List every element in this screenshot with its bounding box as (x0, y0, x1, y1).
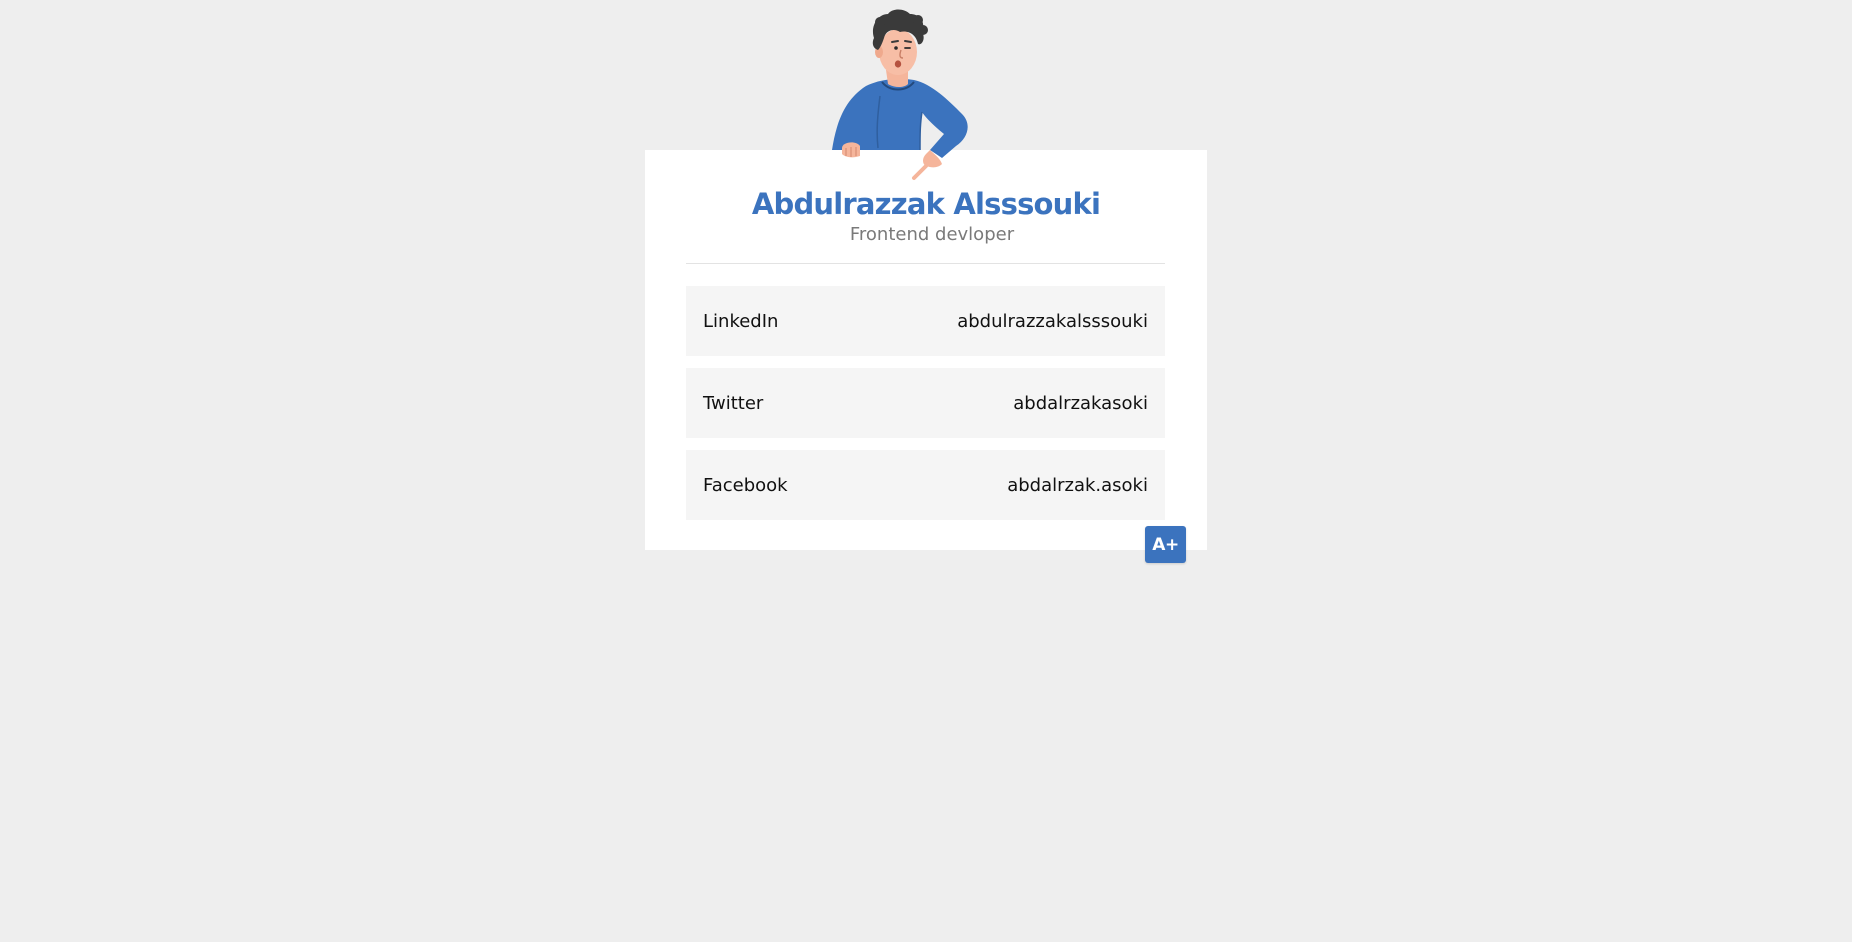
social-link-handle: abdalrzak.asoki (1007, 474, 1148, 496)
social-link-handle: abdalrzakasoki (1013, 392, 1148, 414)
page: Abdulrazzak Alsssouki Frontend devloper … (0, 0, 1852, 942)
profile-name: Abdulrazzak Alsssouki (751, 187, 1101, 221)
social-link-handle: abdulrazzakalsssouki (957, 310, 1148, 332)
social-link-platform: Twitter (703, 392, 764, 414)
social-link-linkedin[interactable]: LinkedIn abdulrazzakalsssouki (686, 286, 1165, 356)
social-link-facebook[interactable]: Facebook abdalrzak.asoki (686, 450, 1165, 520)
profile-card: Abdulrazzak Alsssouki Frontend devloper … (645, 150, 1207, 550)
divider (686, 263, 1165, 264)
social-link-twitter[interactable]: Twitter abdalrzakasoki (686, 368, 1165, 438)
social-link-platform: Facebook (703, 474, 788, 496)
profile-role: Frontend devloper (849, 224, 1015, 245)
avatar-illustration (832, 9, 968, 180)
social-link-platform: LinkedIn (703, 310, 779, 332)
increase-font-size-button[interactable]: A+ (1145, 526, 1186, 563)
